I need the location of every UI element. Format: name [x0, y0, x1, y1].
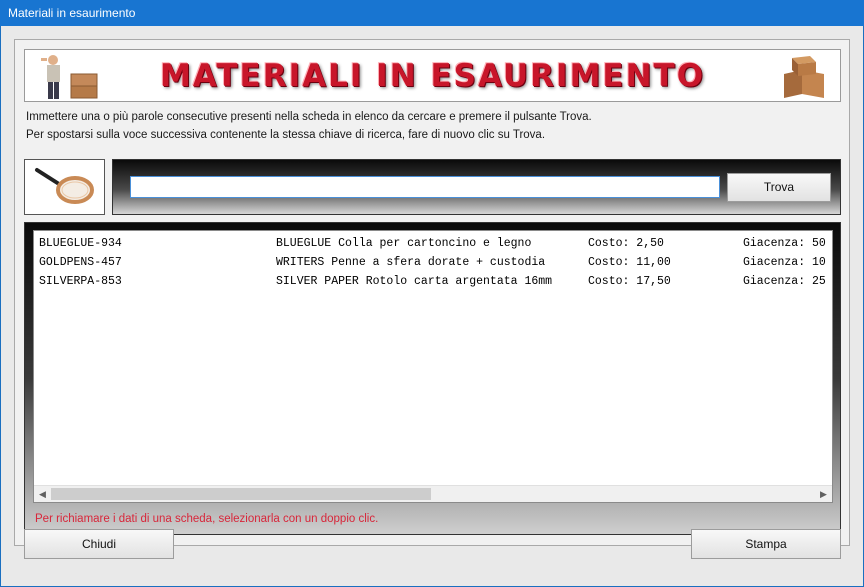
item-code: BLUEGLUE-934: [39, 237, 122, 250]
print-button[interactable]: Stampa: [691, 529, 841, 559]
banner-title: MATERIALI IN ESAURIMENTO: [159, 58, 706, 94]
item-stock: Giacenza: 50: [743, 237, 826, 250]
item-description: BLUEGLUE Colla per cartoncino e legno: [276, 237, 532, 250]
scrollbar-thumb[interactable]: [51, 488, 431, 500]
close-button[interactable]: Chiudi: [24, 529, 174, 559]
window-title: Materiali in esaurimento: [0, 0, 864, 26]
app-window: Materiali in esaurimento MATERIALI IN ES…: [0, 0, 864, 587]
item-description: SILVER PAPER Rotolo carta argentata 16mm: [276, 275, 553, 288]
main-frame: MATERIALI IN ESAURIMENTO Immettere una o…: [14, 39, 850, 546]
item-cost: Costo: 2,50: [588, 237, 664, 250]
item-cost: Costo: 11,00: [588, 256, 671, 269]
scroll-right-icon[interactable]: ▶: [815, 486, 832, 502]
search-bar: Trova: [112, 159, 841, 215]
list-item[interactable]: BLUEGLUE-934 BLUEGLUE Colla per cartonci…: [34, 235, 832, 254]
list-item[interactable]: GOLDPENS-457 WRITERS Penne a sfera dorat…: [34, 254, 832, 273]
item-cost: Costo: 17,50: [588, 275, 671, 288]
find-button[interactable]: Trova: [727, 173, 831, 202]
horizontal-scrollbar[interactable]: ◀ ▶: [34, 485, 832, 502]
window-client: MATERIALI IN ESAURIMENTO Immettere una o…: [1, 26, 863, 586]
magnifier-icon: [35, 168, 94, 204]
results-panel: BLUEGLUE-934 BLUEGLUE Colla per cartonci…: [24, 222, 841, 535]
scroll-left-icon[interactable]: ◀: [34, 486, 51, 502]
item-code: GOLDPENS-457: [39, 256, 122, 269]
search-input[interactable]: [130, 176, 720, 198]
search-lens-box: [24, 159, 105, 215]
item-stock: Giacenza: 10: [743, 256, 826, 269]
instruction-line-2: Per spostarsi sulla voce successiva cont…: [26, 129, 546, 141]
item-description: WRITERS Penne a sfera dorate + custodia: [276, 256, 546, 269]
double-click-hint: Per richiamare i dati di una scheda, sel…: [35, 513, 379, 525]
instruction-line-1: Immettere una o più parole consecutive p…: [26, 111, 592, 123]
list-item[interactable]: SILVERPA-853 SILVER PAPER Rotolo carta a…: [34, 273, 832, 292]
boxes-icon: [784, 56, 824, 98]
item-code: SILVERPA-853: [39, 275, 122, 288]
banner: MATERIALI IN ESAURIMENTO: [24, 49, 841, 102]
item-stock: Giacenza: 25: [743, 275, 826, 288]
results-list[interactable]: BLUEGLUE-934 BLUEGLUE Colla per cartonci…: [33, 230, 833, 503]
